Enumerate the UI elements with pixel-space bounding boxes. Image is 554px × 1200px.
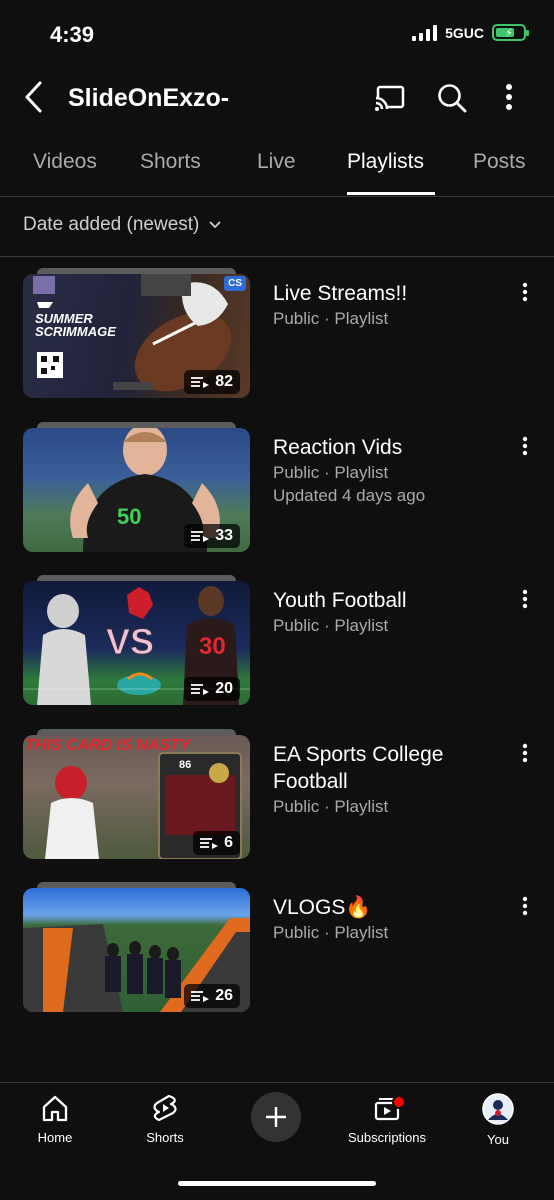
active-tab-indicator <box>347 192 435 195</box>
more-vertical-icon[interactable] <box>522 282 528 307</box>
tab-live[interactable]: Live <box>257 150 296 174</box>
video-count: 26 <box>215 987 233 1004</box>
nav-home-label: Home <box>37 1130 73 1145</box>
playlist-icon <box>191 684 210 695</box>
nav-home[interactable]: Home <box>5 1093 105 1145</box>
playlist-thumbnail[interactable]: VS 30 20 <box>23 575 250 711</box>
chevron-down-icon <box>209 221 222 229</box>
thumb-headline: THIS CARD IS NASTY <box>25 737 191 754</box>
divider <box>0 1082 554 1083</box>
more-vertical-icon[interactable] <box>522 743 528 768</box>
video-count-badge: 20 <box>184 677 240 701</box>
thumb-vs-text: VS <box>105 621 155 663</box>
playlist-title[interactable]: Live Streams!! <box>273 280 513 307</box>
more-vertical-icon[interactable] <box>522 589 528 614</box>
signal-icon <box>412 24 438 41</box>
playlist-item[interactable]: THIS CARD IS NASTY 86 6 EA Sports Colleg… <box>0 729 554 875</box>
back-arrow-icon[interactable] <box>22 80 46 119</box>
playlist-icon <box>191 531 210 542</box>
playlist-title[interactable]: Reaction Vids <box>273 434 513 461</box>
video-count-badge: 82 <box>184 370 240 394</box>
thumb-badge: CS <box>224 276 246 291</box>
playlist-meta: Public · Playlist <box>273 616 389 635</box>
more-vertical-icon[interactable] <box>522 896 528 921</box>
playlist-meta: Public · Playlist <box>273 923 389 942</box>
status-indicators: 5GUC ⚡ <box>412 24 529 41</box>
thumb-caption: SUMMER SCRIMMAGE <box>35 311 116 339</box>
video-count-badge: 6 <box>193 831 240 855</box>
video-count-badge: 33 <box>184 524 240 548</box>
playlist-meta: Public · Playlist <box>273 797 389 816</box>
playlist-updated: Updated 4 days ago <box>273 486 426 505</box>
thumb-rating: 86 <box>179 759 192 771</box>
video-count: 82 <box>215 373 233 390</box>
playlist-item[interactable]: SUMMER SCRIMMAGE CS 82 Live Streams!! Pu… <box>0 268 554 414</box>
shorts-icon <box>153 1094 177 1122</box>
nav-shorts-label: Shorts <box>146 1130 184 1145</box>
nav-you-label: You <box>487 1132 509 1147</box>
nav-subscriptions-label: Subscriptions <box>347 1130 427 1145</box>
playlist-icon <box>200 838 219 849</box>
video-count-badge: 26 <box>184 984 240 1008</box>
create-plus-icon <box>266 1107 286 1127</box>
cast-icon[interactable] <box>374 84 406 117</box>
playlist-icon <box>191 377 210 388</box>
sort-label: Date added (newest) <box>23 214 200 235</box>
tab-videos[interactable]: Videos <box>33 150 97 174</box>
video-count: 6 <box>224 834 233 851</box>
playlist-thumbnail[interactable]: THIS CARD IS NASTY 86 6 <box>23 729 250 865</box>
playlist-title[interactable]: VLOGS🔥 <box>273 894 513 921</box>
video-count: 33 <box>215 527 233 544</box>
home-indicator <box>178 1181 376 1186</box>
playlist-item[interactable]: 26 VLOGS🔥 Public · Playlist <box>0 882 554 1028</box>
playlist-thumbnail[interactable]: SUMMER SCRIMMAGE CS 82 <box>23 268 250 404</box>
playlist-icon <box>191 991 210 1002</box>
divider <box>0 256 554 257</box>
playlist-meta: Public · Playlist <box>273 309 389 328</box>
tab-playlists[interactable]: Playlists <box>347 150 424 174</box>
home-icon <box>42 1095 68 1122</box>
search-icon[interactable] <box>437 83 467 118</box>
battery-icon: ⚡ <box>492 24 529 41</box>
more-vertical-icon[interactable] <box>522 436 528 461</box>
playlist-thumbnail[interactable]: 50 33 <box>23 422 250 558</box>
notification-dot <box>392 1095 406 1109</box>
more-vertical-icon[interactable] <box>505 83 513 116</box>
playlist-title[interactable]: Youth Football <box>273 587 513 614</box>
thumb-jersey-number: 30 <box>199 633 226 660</box>
nav-subscriptions[interactable]: Subscriptions <box>337 1093 437 1145</box>
sort-dropdown[interactable]: Date added (newest) <box>23 214 222 236</box>
playlist-item[interactable]: VS 30 20 Youth Football Public · Playlis… <box>0 575 554 721</box>
video-count: 20 <box>215 680 233 697</box>
playlist-meta: Public · Playlist <box>273 463 389 482</box>
status-time: 4:39 <box>50 22 95 47</box>
nav-you[interactable]: You <box>448 1093 548 1147</box>
tab-posts[interactable]: Posts <box>473 150 526 174</box>
divider <box>0 196 554 197</box>
thumb-jersey-number: 50 <box>117 504 142 529</box>
channel-tabs: Videos Shorts Live Playlists Posts <box>0 146 554 196</box>
playlist-title[interactable]: EA Sports College Football <box>273 741 513 795</box>
channel-title: SlideOnExzo- <box>68 84 230 112</box>
tab-shorts[interactable]: Shorts <box>140 150 201 174</box>
playlist-item[interactable]: 50 33 Reaction Vids Public · Playlist Up… <box>0 422 554 568</box>
nav-shorts[interactable]: Shorts <box>115 1093 215 1145</box>
network-label: 5GUC <box>445 24 484 41</box>
avatar-icon <box>482 1093 514 1125</box>
playlist-thumbnail[interactable]: 26 <box>23 882 250 1018</box>
create-button[interactable] <box>251 1092 301 1142</box>
